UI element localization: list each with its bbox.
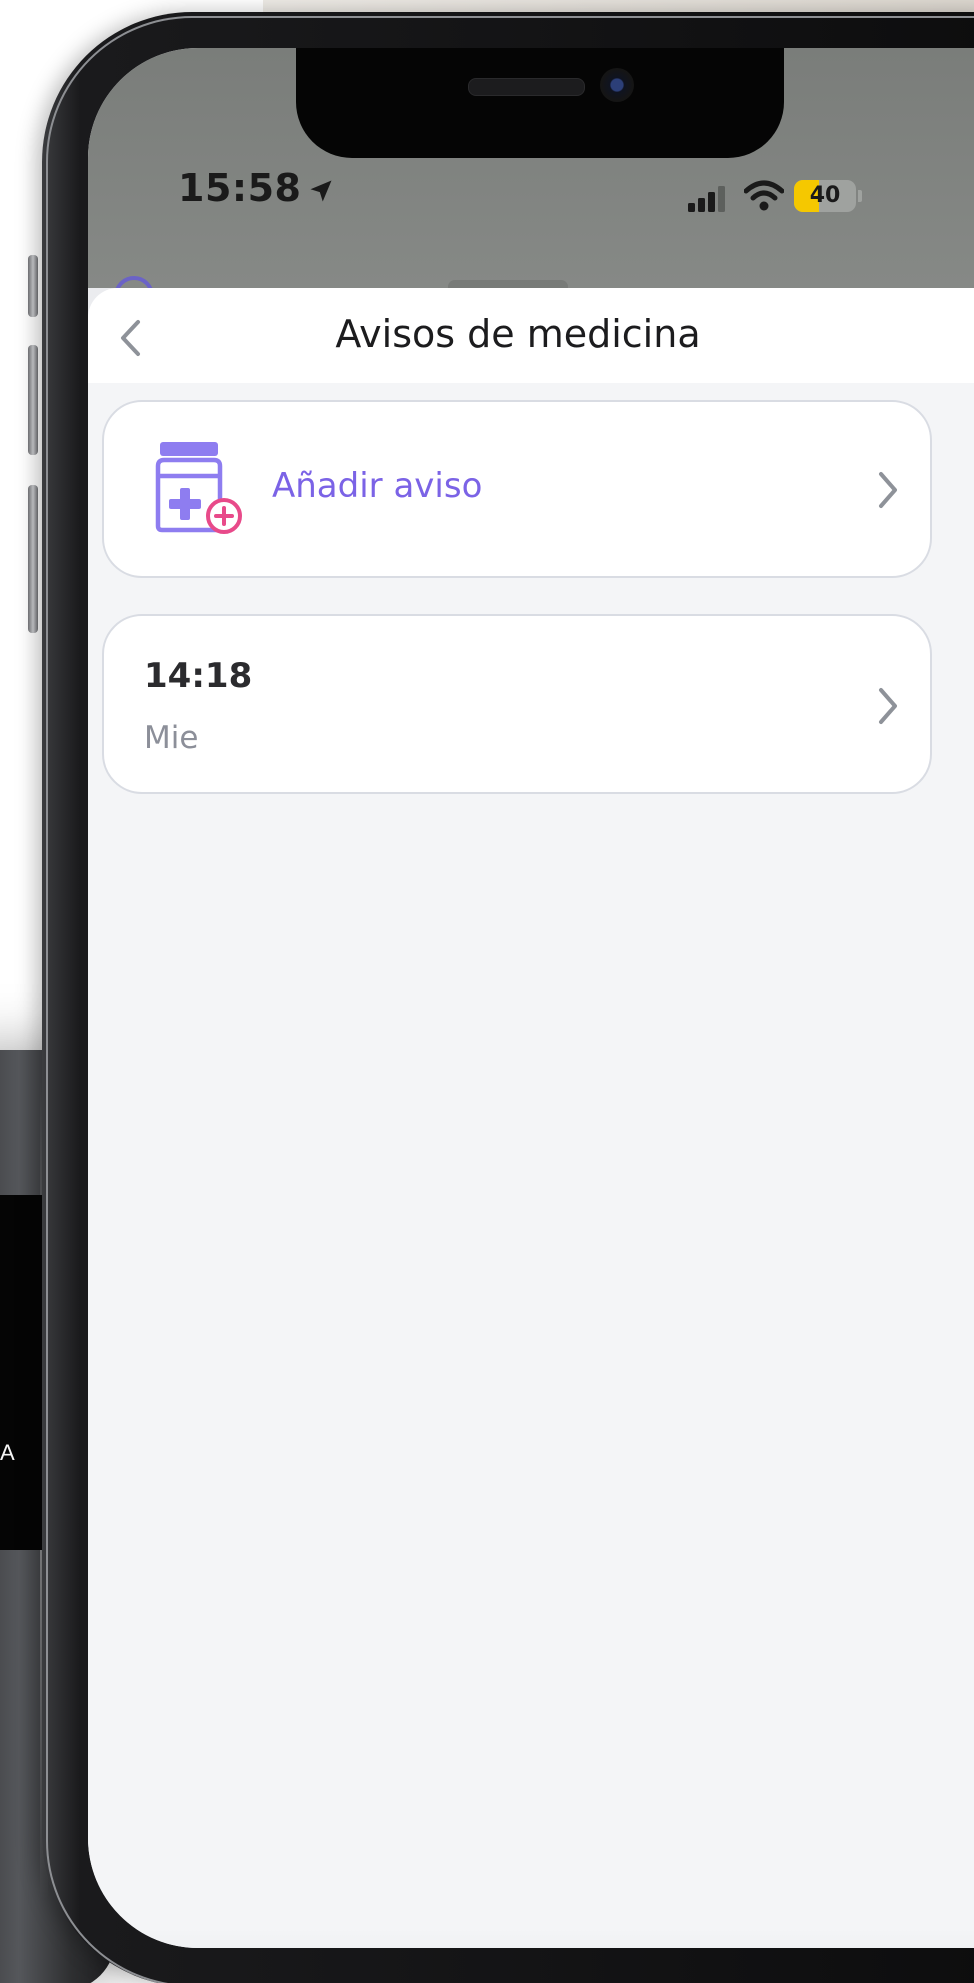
chevron-left-icon bbox=[121, 320, 140, 356]
status-time-label: 15:58 bbox=[178, 166, 302, 210]
sheet-bottom-shade bbox=[88, 1928, 974, 1948]
cellular-signal-icon bbox=[688, 186, 725, 212]
medicine-bottle-add-icon bbox=[155, 442, 242, 534]
scene: A 15:58 40 Avisos de medicina Añadir avi… bbox=[0, 0, 974, 1983]
reminder-item[interactable]: 14:18 Mie bbox=[102, 614, 932, 794]
add-reminder-label: Añadir aviso bbox=[272, 466, 483, 506]
status-bar: 15:58 40 bbox=[88, 48, 974, 316]
chevron-right-icon bbox=[879, 688, 897, 724]
mute-switch bbox=[28, 255, 38, 317]
status-time: 15:58 bbox=[178, 166, 335, 210]
reminder-days: Mie bbox=[144, 720, 199, 756]
chevron-right-icon bbox=[879, 472, 897, 508]
modal-sheet: Avisos de medicina Añadir aviso 14:18 Mi… bbox=[88, 288, 974, 1948]
navigation-bar: Avisos de medicina bbox=[88, 288, 974, 383]
earpiece-speaker bbox=[468, 78, 585, 96]
reminder-time: 14:18 bbox=[144, 656, 253, 696]
volume-down-button bbox=[28, 485, 38, 633]
location-arrow-icon bbox=[310, 180, 332, 201]
page-title: Avisos de medicina bbox=[335, 312, 701, 356]
front-camera bbox=[600, 68, 634, 102]
battery-level: 40 bbox=[809, 183, 841, 208]
phone-screen: 15:58 40 Avisos de medicina Añadir aviso… bbox=[88, 48, 974, 1948]
notch bbox=[296, 48, 784, 158]
battery-tip bbox=[858, 190, 862, 202]
band-screen bbox=[0, 1195, 48, 1550]
add-reminder-button[interactable]: Añadir aviso bbox=[102, 400, 932, 578]
battery-icon: 40 bbox=[794, 180, 856, 212]
wifi-icon bbox=[744, 180, 784, 211]
back-button[interactable] bbox=[100, 308, 160, 368]
volume-up-button bbox=[28, 345, 38, 455]
band-screen-text: A bbox=[0, 1440, 15, 1465]
